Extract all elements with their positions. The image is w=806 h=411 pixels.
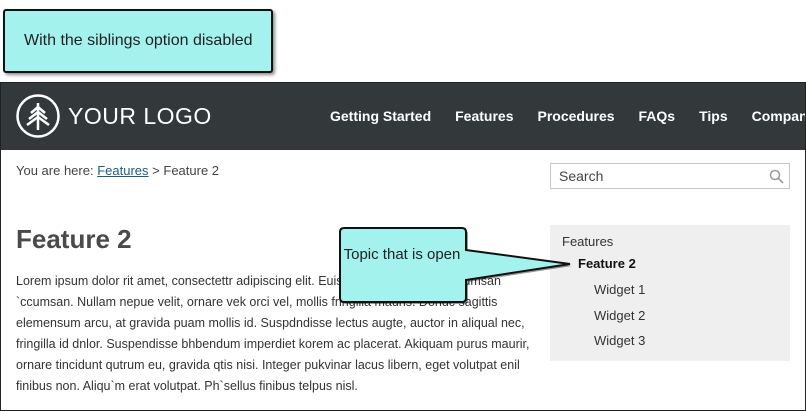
breadcrumb: You are here: Features > Feature 2: [16, 163, 219, 178]
search-icon[interactable]: [769, 169, 784, 184]
search-input[interactable]: [551, 164, 761, 188]
siblings-disabled-label: With the siblings option disabled: [24, 32, 253, 49]
breadcrumb-link-features[interactable]: Features: [97, 163, 148, 178]
sidenav-item-widget-3[interactable]: Widget 3: [594, 333, 645, 348]
sidenav-item-widget-1[interactable]: Widget 1: [594, 282, 645, 297]
logo-text: YOUR LOGO: [68, 102, 212, 129]
sidenav-item-features[interactable]: Features: [562, 234, 613, 249]
nav-procedures[interactable]: Procedures: [537, 108, 614, 124]
siblings-disabled-callout: With the siblings option disabled: [3, 9, 273, 73]
breadcrumb-separator: >: [152, 163, 160, 178]
breadcrumb-prefix: You are here:: [16, 163, 94, 178]
page-title: Feature 2: [16, 224, 132, 254]
breadcrumb-current: Feature 2: [163, 163, 220, 178]
search-box: [550, 163, 790, 189]
sidenav-item-widget-2[interactable]: Widget 2: [594, 308, 645, 323]
tree-logo-icon: [16, 94, 60, 138]
topic-callout-label: Topic that is open: [343, 246, 461, 263]
nav-getting-started[interactable]: Getting Started: [330, 108, 431, 124]
main-nav: Getting Started Features Procedures FAQs…: [330, 108, 805, 124]
nav-faqs[interactable]: FAQs: [639, 108, 676, 124]
nav-tips[interactable]: Tips: [699, 108, 728, 124]
sidenav-item-feature-2[interactable]: Feature 2: [578, 256, 636, 271]
side-navigation: Features Feature 2 Widget 1 Widget 2 Wid…: [550, 225, 790, 361]
top-navbar: YOUR LOGO Getting Started Features Proce…: [1, 83, 805, 150]
nav-features[interactable]: Features: [455, 108, 513, 124]
logo[interactable]: YOUR LOGO: [16, 94, 212, 138]
body-paragraph: Lorem ipsum dolor rit amet, consectettr …: [16, 274, 530, 393]
nav-company[interactable]: Company: [752, 108, 805, 124]
